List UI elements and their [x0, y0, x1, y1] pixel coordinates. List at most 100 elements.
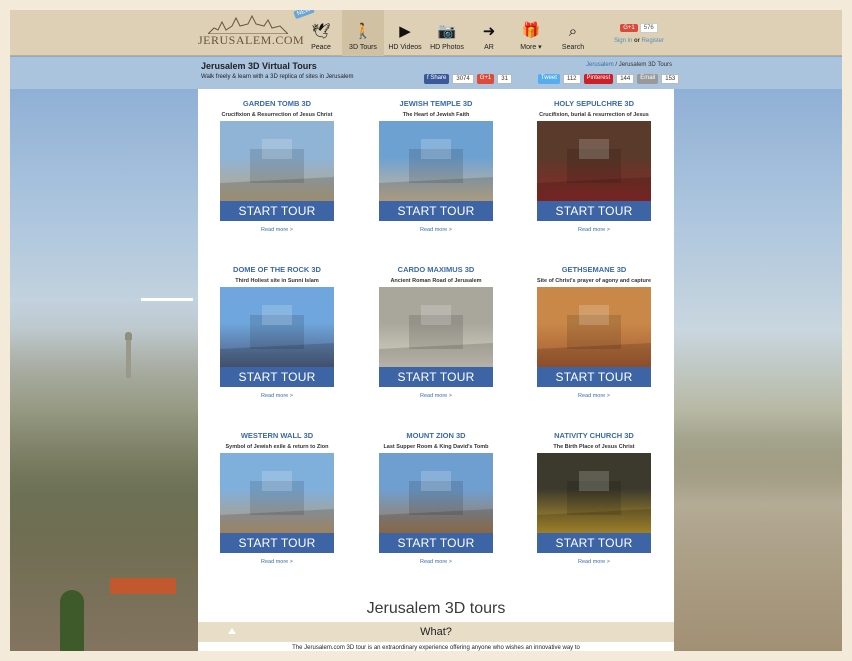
tour-title[interactable]: WESTERN WALL 3D — [202, 431, 352, 441]
tour-subtitle: The Heart of Jewish Faith — [402, 112, 470, 118]
social-button[interactable]: Email — [637, 74, 659, 84]
search-icon: ⌕ — [568, 23, 578, 40]
video-icon: ▶ — [399, 23, 411, 40]
page-title: Jerusalem 3D Virtual Tours — [201, 61, 317, 71]
tour-title[interactable]: JEWISH TEMPLE 3D — [361, 99, 511, 109]
start-tour-button[interactable]: START TOUR — [379, 533, 493, 553]
nav-label: Peace — [311, 44, 331, 51]
accordion-label: What? — [420, 626, 452, 638]
tour-title[interactable]: NATIVITY CHURCH 3D — [519, 431, 669, 441]
social-button[interactable]: Pinterest — [583, 74, 614, 84]
tour-thumbnail[interactable] — [379, 121, 493, 201]
bell-tower — [125, 332, 132, 378]
social-button[interactable]: Tweet — [537, 74, 560, 84]
register-link[interactable]: Register — [642, 38, 664, 44]
tour-title[interactable]: GETHSEMANE 3D — [519, 265, 669, 275]
auth-area: G+1 576 Sign in or Register — [608, 16, 670, 50]
social-button[interactable]: G+1 — [476, 74, 495, 84]
start-tour-button[interactable]: START TOUR — [537, 367, 651, 387]
tour-card: HOLY SEPULCHRE 3D Crucifixion, burial & r… — [519, 97, 669, 233]
nav-item-peace[interactable]: NEW 🕊 Peace — [293, 4, 342, 56]
tour-scene — [220, 305, 334, 367]
tour-thumbnail[interactable] — [537, 287, 651, 367]
tour-subtitle: Symbol of Jewish exile & return to Zion — [225, 444, 329, 450]
breadcrumb-root[interactable]: Jerusalem — [586, 62, 614, 68]
tour-thumbnail[interactable] — [220, 287, 334, 367]
start-tour-button[interactable]: START TOUR — [537, 201, 651, 221]
read-more-link[interactable]: Read more > — [519, 559, 669, 565]
tour-title[interactable]: HOLY SEPULCHRE 3D — [519, 99, 669, 109]
camera-icon: 📷 — [437, 23, 457, 40]
background-indicator-line — [141, 298, 193, 301]
auth-or: or — [634, 38, 640, 44]
tour-thumbnail[interactable] — [379, 453, 493, 533]
nav-label: HD Photos — [430, 44, 464, 51]
nav-label: AR — [484, 44, 494, 51]
start-tour-button[interactable]: START TOUR — [537, 533, 651, 553]
start-tour-button[interactable]: START TOUR — [379, 201, 493, 221]
start-tour-button[interactable]: START TOUR — [220, 367, 334, 387]
nav-item-search[interactable]: ⌕ Search — [552, 10, 594, 56]
tour-subtitle: The Birth Place of Jesus Christ — [553, 444, 635, 450]
read-more-link[interactable]: Read more > — [202, 559, 352, 565]
tour-card: NATIVITY CHURCH 3D The Birth Place of Jes… — [519, 429, 669, 565]
nav-item-more[interactable]: 🎁 More ▾ — [510, 10, 552, 56]
read-more-link[interactable]: Read more > — [361, 559, 511, 565]
gplus-button[interactable]: G+1 — [620, 24, 638, 32]
social-button[interactable]: f Share — [424, 74, 450, 84]
start-tour-button[interactable]: START TOUR — [379, 367, 493, 387]
tour-title[interactable]: GARDEN TOMB 3D — [202, 99, 352, 109]
tour-scene — [220, 471, 334, 533]
accordion-what[interactable]: What? — [198, 622, 674, 642]
read-more-link[interactable]: Read more > — [519, 393, 669, 399]
read-more-link[interactable]: Read more > — [361, 227, 511, 233]
red-roof — [110, 578, 176, 594]
nav-item-ar[interactable]: ➜ AR — [468, 10, 510, 56]
tour-title[interactable]: MOUNT ZION 3D — [361, 431, 511, 441]
signin-link[interactable]: Sign in — [614, 38, 632, 44]
dove-icon: 🕊 — [311, 23, 331, 40]
tour-thumbnail[interactable] — [220, 121, 334, 201]
walking-person-icon: 🚶 — [353, 23, 373, 40]
tour-thumbnail[interactable] — [537, 121, 651, 201]
tour-card: MOUNT ZION 3D Last Supper Room & King Dav… — [361, 429, 511, 565]
main-nav: NEW 🕊 Peace 🚶 3D Tours ▶ HD Videos 📷 HD Photos ➜ A… — [293, 4, 594, 56]
nav-item-3d-tours[interactable]: 🚶 3D Tours — [342, 10, 384, 56]
read-more-link[interactable]: Read more > — [361, 393, 511, 399]
social-count: 153 — [661, 74, 680, 84]
social-count: 3074 — [452, 74, 474, 84]
tour-subtitle: Crucifixion, burial & resurrection of Je… — [539, 112, 649, 118]
tour-card: JEWISH TEMPLE 3D The Heart of Jewish Fait… — [361, 97, 511, 233]
read-more-link[interactable]: Read more > — [202, 393, 352, 399]
nav-item-hd-photos[interactable]: 📷 HD Photos — [426, 10, 468, 56]
read-more-link[interactable]: Read more > — [202, 227, 352, 233]
tour-scene — [379, 305, 493, 367]
breadcrumb-current: Jerusalem 3D Tours — [618, 62, 672, 68]
tour-title[interactable]: CARDO MAXIMUS 3D — [361, 265, 511, 275]
cypress-trees — [60, 590, 84, 656]
read-more-link[interactable]: Read more > — [519, 227, 669, 233]
nav-label: More ▾ — [520, 44, 542, 51]
site-logo[interactable]: JERUSALEM.COM — [198, 14, 304, 50]
breadcrumb: Jerusalem / Jerusalem 3D Tours — [586, 62, 672, 68]
social-spacer — [515, 74, 535, 84]
nav-item-hd-videos[interactable]: ▶ HD Videos — [384, 10, 426, 56]
auth-links: Sign in or Register — [608, 38, 670, 44]
tour-card: CARDO MAXIMUS 3D Ancient Roman Road of Je… — [361, 263, 511, 399]
tour-subtitle: Crucifixion & Resurrection of Jesus Chri… — [221, 112, 333, 118]
nav-label: Search — [561, 44, 585, 51]
tour-scene — [537, 471, 651, 533]
nav-label: 3D Tours — [349, 44, 377, 51]
start-tour-button[interactable]: START TOUR — [220, 533, 334, 553]
tour-title[interactable]: DOME OF THE ROCK 3D — [202, 265, 352, 275]
tour-thumbnail[interactable] — [220, 453, 334, 533]
tour-subtitle: Third Holiest site in Sunni Islam — [235, 278, 319, 284]
tour-scene — [379, 471, 493, 533]
tour-scene — [220, 139, 334, 201]
city-view-left — [10, 300, 198, 655]
ar-arrow-icon: ➜ — [482, 23, 496, 40]
tour-thumbnail[interactable] — [379, 287, 493, 367]
tour-thumbnail[interactable] — [537, 453, 651, 533]
nav-label: HD Videos — [388, 44, 422, 51]
start-tour-button[interactable]: START TOUR — [220, 201, 334, 221]
